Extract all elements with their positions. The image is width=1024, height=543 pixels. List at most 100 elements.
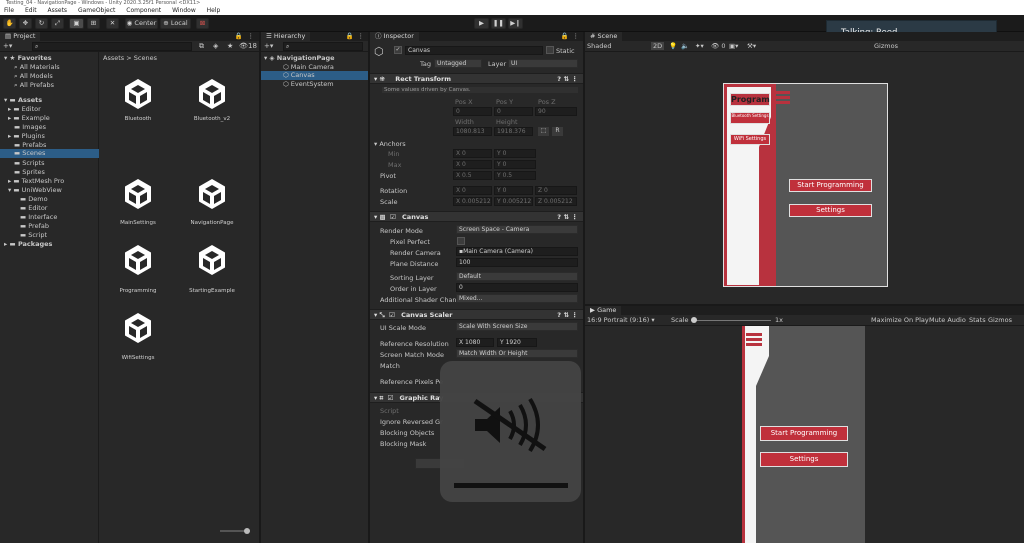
ref-resolution-x[interactable]: X 1080 [456,338,494,347]
project-search-input[interactable]: ⌕ [32,42,192,51]
blueprint-icon[interactable]: ⬚ [538,127,549,136]
anchor-min-y[interactable]: Y 0 [494,149,536,158]
gizmos-toggle[interactable]: Gizmos [988,316,1012,324]
posx-field[interactable]: 0 [453,107,492,116]
tab-scene[interactable]: # Scene [585,32,623,41]
unity-scene-icon[interactable] [120,76,156,112]
packages-root[interactable]: ▸ ▬ Packages [4,240,52,248]
hierarchy-search-input[interactable]: ⌕ [283,42,363,51]
unity-scene-icon[interactable] [120,242,156,278]
transform-tool-icon[interactable]: ⊞ [87,18,100,29]
audio-icon[interactable]: 🔈 [681,42,689,50]
assets-root[interactable]: ▾ ▬ Assets [4,96,42,104]
preset-icon[interactable]: ⇅ [564,74,569,84]
tag-dropdown[interactable]: Untagged [434,59,482,68]
canvas-scaler-header[interactable]: ▾ ⤡ ☑ Canvas Scaler ? ⇅ ⋮ [370,309,583,320]
filter-type-icon[interactable]: ⧉ [199,42,204,51]
breadcrumb-item[interactable]: Assets [103,54,124,62]
tree-folder[interactable]: ▸ ▬ TextMesh Pro [8,177,64,185]
render-camera-field[interactable]: ▪Main Camera (Camera) [456,247,578,256]
custom-tool-icon[interactable]: ✕ [106,18,119,29]
tree-folder-selected[interactable]: ▬ Scenes [0,149,99,158]
tree-folder[interactable]: ▬ Script [20,231,47,239]
menu-component[interactable]: Component [126,7,161,14]
hidden-objects-icon[interactable]: 👁 0 [711,42,725,50]
preset-icon[interactable]: ⇅ [564,212,569,222]
effects-icon[interactable]: ✦▾ [695,42,704,50]
tab-inspector[interactable]: ⓘ Inspector [370,32,419,41]
tab-project[interactable]: ▤ Project [0,32,41,41]
lock-icon[interactable]: 🔒 [235,32,243,41]
stats-toggle[interactable]: Stats [969,316,986,324]
help-icon[interactable]: ? [557,212,561,222]
raw-edit-icon[interactable]: R [552,127,563,136]
pivot-x[interactable]: X 0.5 [453,171,492,180]
kebab-menu-icon[interactable]: ⋮ [572,212,579,222]
play-button[interactable]: ▶ [474,18,489,29]
tree-folder[interactable]: ▬ Demo [20,195,48,203]
game-screen[interactable]: Start Programming Settings [742,326,865,543]
step-button[interactable]: ▶❙ [508,18,523,29]
layer-dropdown[interactable]: UI [508,59,578,68]
start-programming-button[interactable]: Start Programming [760,426,848,441]
tab-hierarchy[interactable]: ☰ Hierarchy [261,32,311,41]
height-field[interactable]: 1918.376 [494,127,533,136]
lock-icon[interactable]: 🔒 [346,32,354,41]
unity-scene-icon[interactable] [120,176,156,212]
kebab-menu-icon[interactable]: ⋮ [572,74,579,84]
enabled-checkbox[interactable]: ☑ [389,311,395,319]
enabled-checkbox[interactable]: ☑ [387,394,393,402]
lock-icon[interactable]: 🔒 [561,32,569,41]
shading-dropdown[interactable]: Shaded [587,42,611,50]
posy-field[interactable]: 0 [494,107,533,116]
scale-mode-dropdown[interactable]: Scale With Screen Size [456,322,578,331]
menu-file[interactable]: File [4,7,14,14]
tree-folder[interactable]: ▬ Prefabs [14,141,46,149]
move-tool-icon[interactable]: ✥ [19,18,32,29]
hamburger-icon[interactable] [746,332,762,348]
match-mode-dropdown[interactable]: Match Width Or Height [456,349,578,358]
rotation-x[interactable]: X 0 [453,186,492,195]
anchor-max-x[interactable]: X 0 [453,160,492,169]
menu-assets[interactable]: Assets [48,7,68,14]
hand-tool-icon[interactable]: ✋ [3,18,16,29]
render-mode-dropdown[interactable]: Screen Space - Camera [456,225,578,234]
scale-slider[interactable] [691,317,771,323]
favorite-item[interactable]: ⌕ All Prefabs [14,81,54,90]
space-local-button[interactable]: ⊕ Local [160,18,191,29]
rect-tool-icon[interactable]: ▣ [69,18,84,29]
help-icon[interactable]: ? [557,74,561,84]
sorting-layer-dropdown[interactable]: Default [456,272,578,281]
rect-transform-header[interactable]: ▾ ⁜ Rect Transform ? ⇅ ⋮ [370,73,583,84]
menu-gameobject[interactable]: GameObject [78,7,115,14]
bluetooth-settings-button[interactable]: Bluetooth Settings [730,112,770,124]
pivot-y[interactable]: Y 0.5 [494,171,536,180]
kebab-menu-icon[interactable]: ⋮ [573,32,580,41]
scene-root[interactable]: ▾ ◈ NavigationPage [264,54,335,62]
anchor-min-x[interactable]: X 0 [453,149,492,158]
rotate-tool-icon[interactable]: ↻ [35,18,48,29]
scale-tool-icon[interactable]: ⤢ [51,18,64,29]
rotation-z[interactable]: Z 0 [535,186,577,195]
scale-slider-handle[interactable] [691,317,697,323]
tree-folder[interactable]: ▸ ▬ Plugins [8,132,45,140]
settings-button[interactable]: Settings [760,452,848,467]
add-icon[interactable]: +▾ [264,42,273,50]
maximize-on-play-toggle[interactable]: Maximize On Play [871,316,929,324]
hierarchy-item[interactable]: ⬡ EventSystem [283,80,334,88]
canvas-preview[interactable]: Program Bluetooth Settings WiFi Settings… [723,83,888,287]
kebab-menu-icon[interactable]: ⋮ [248,32,255,41]
tree-folder[interactable]: ▬ Sprites [14,168,45,176]
anchors-label[interactable]: ▾ Anchors [374,140,406,148]
kebab-menu-icon[interactable]: ⋮ [358,32,365,41]
hamburger-icon[interactable] [774,90,790,106]
breadcrumb-item[interactable]: Scenes [134,54,157,62]
canvas-component-header[interactable]: ▾ ▩ ☑ Canvas ? ⇅ ⋮ [370,211,583,222]
pixel-perfect-checkbox[interactable] [457,237,465,245]
hierarchy-item[interactable]: ⬡ Main Camera [283,63,334,71]
mute-audio-toggle[interactable]: Mute Audio [929,316,966,324]
active-checkbox[interactable]: ✓ [394,46,402,54]
help-icon[interactable]: ? [557,310,561,320]
tree-folder[interactable]: ▸ ▬ Editor [8,105,41,113]
tree-folder[interactable]: ▸ ▬ Example [8,114,50,122]
